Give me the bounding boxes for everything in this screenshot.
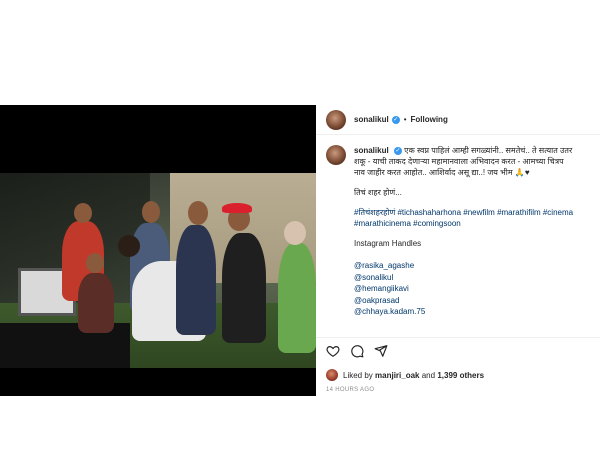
caption-hashtags: #तिचंशहरहोणं #tichashaharhona #newfilm #… xyxy=(354,207,600,229)
likes-joiner: and xyxy=(421,370,436,380)
likes-prefix: Liked by xyxy=(343,370,373,380)
handles-title: Instagram Handles xyxy=(354,239,422,248)
liker-avatar[interactable] xyxy=(326,369,338,381)
verified-badge-icon: ✓ xyxy=(393,146,402,155)
post-media[interactable] xyxy=(0,105,316,396)
follow-status-button[interactable]: Following xyxy=(411,115,448,124)
post-timestamp[interactable]: 14 HOURS AGO xyxy=(326,387,374,393)
photo-person xyxy=(176,225,216,335)
photo-person-head xyxy=(188,201,208,225)
author-avatar[interactable] xyxy=(326,109,346,130)
caption-emoji: 🙏♥ xyxy=(514,168,530,177)
caption-text-line: एक स्वप्न पाहिलं आम्ही सगळ्यांनी.. समतेच… xyxy=(404,146,573,155)
separator-dot: • xyxy=(403,115,407,124)
caption-line-1: sonalikul ✓ एक स्वप्न पाहिलं आम्ही सगळ्य… xyxy=(354,145,600,156)
comment-icon[interactable] xyxy=(350,344,364,358)
caption-avatar[interactable] xyxy=(326,145,346,165)
handle-link[interactable]: @oakprasad xyxy=(354,295,600,307)
caption-row: sonalikul ✓ एक स्वप्न पाहिलं आम्ही सगळ्य… xyxy=(326,145,600,318)
photo-person-head xyxy=(142,201,160,223)
caption-line-3: नाव जाहीर करत आहोत.. आशिर्वाद असू द्या..… xyxy=(354,167,600,178)
caption-username[interactable]: sonalikul xyxy=(354,146,389,155)
verified-badge-icon: ✓ xyxy=(391,115,400,124)
handles-section: Instagram Handles @rasika_agashe @sonali… xyxy=(354,238,600,318)
post-photo xyxy=(0,173,316,368)
hashtags-line[interactable]: #marathicinema #comingsoon xyxy=(354,218,600,229)
hashtags-line[interactable]: #तिचंशहरहोणं #tichashaharhona #newfilm #… xyxy=(354,207,600,218)
photo-person xyxy=(222,233,266,343)
share-icon[interactable] xyxy=(374,344,388,358)
heart-icon[interactable] xyxy=(326,344,340,358)
caption-line-2: शकू - याची ताकद देणाऱ्या महामानवाला अभिव… xyxy=(354,157,564,166)
action-bar xyxy=(326,343,398,359)
photo-red-cap xyxy=(222,203,252,213)
likes-others-link[interactable]: 1,399 others xyxy=(437,371,484,380)
likes-line: Liked by manjiri_oak and 1,399 others xyxy=(326,369,484,381)
caption-area: sonalikul ✓ एक स्वप्न पाहिलं आम्ही सगळ्य… xyxy=(316,145,600,340)
photo-person xyxy=(78,273,114,333)
photo-person-head xyxy=(118,235,140,257)
handles-spacer xyxy=(354,249,600,260)
post-header: sonalikul ✓ • Following xyxy=(316,105,600,135)
author-username[interactable]: sonalikul xyxy=(354,115,389,124)
liker-username[interactable]: manjiri_oak xyxy=(375,371,419,380)
caption-subtitle: तिचं शहर होणं... xyxy=(354,188,402,197)
photo-person-head xyxy=(74,203,92,223)
caption-text-line: नाव जाहीर करत आहोत.. आशिर्वाद असू द्या..… xyxy=(354,168,513,177)
photo-person-head xyxy=(284,221,306,245)
instagram-post: sonalikul ✓ • Following sonalikul ✓ एक स… xyxy=(0,105,600,396)
post-sidebar: sonalikul ✓ • Following sonalikul ✓ एक स… xyxy=(316,105,600,396)
handle-link[interactable]: @rasika_agashe xyxy=(354,260,600,272)
photo-person-head xyxy=(86,253,104,273)
handle-link[interactable]: @chhaya.kadam.75 xyxy=(354,306,600,318)
photo-person xyxy=(278,243,316,353)
caption-text: sonalikul ✓ एक स्वप्न पाहिलं आम्ही सगळ्य… xyxy=(354,145,600,318)
handle-link[interactable]: @sonalikul xyxy=(354,272,600,284)
handle-link[interactable]: @hemangiikavi xyxy=(354,283,600,295)
actions-divider xyxy=(316,337,600,338)
